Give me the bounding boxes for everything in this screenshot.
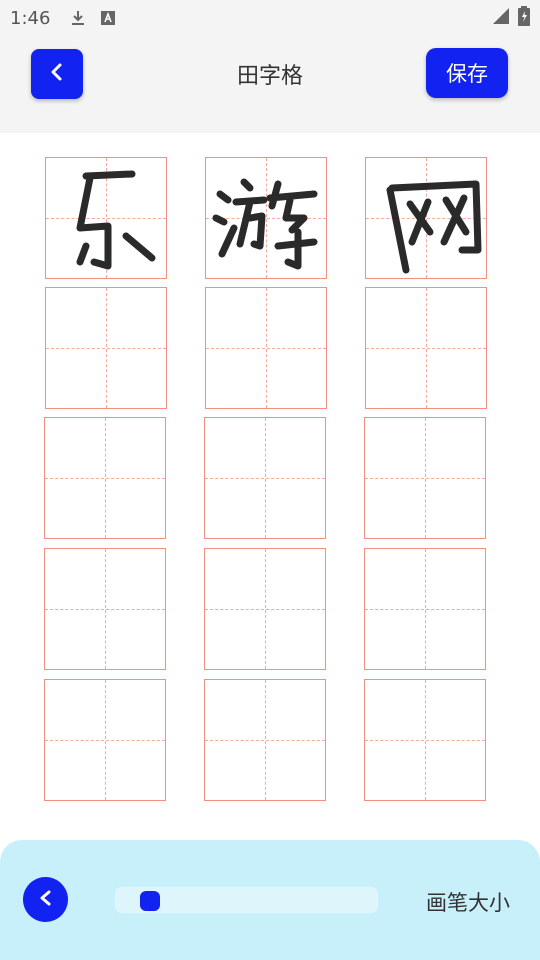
grid-cell[interactable] <box>364 417 486 539</box>
save-button[interactable]: 保存 <box>426 48 508 98</box>
text-a-icon <box>98 8 118 28</box>
grid-cell[interactable] <box>205 157 327 279</box>
battery-icon <box>518 6 530 30</box>
slider-thumb[interactable] <box>139 891 160 911</box>
grid-cell[interactable] <box>205 287 327 409</box>
grid-cell[interactable] <box>365 157 487 279</box>
handwritten-character-you <box>212 178 318 270</box>
brush-size-slider[interactable] <box>115 887 378 913</box>
grid-cell[interactable] <box>364 679 486 801</box>
signal-icon <box>492 7 510 29</box>
status-time: 1:46 <box>10 7 51 29</box>
grid-cell[interactable] <box>364 548 486 670</box>
app-header: 田字格 保存 <box>0 36 540 133</box>
tianzige-grid[interactable] <box>0 133 540 833</box>
download-icon <box>68 8 88 28</box>
status-bar: 1:46 <box>0 0 540 36</box>
grid-cell[interactable] <box>45 157 167 279</box>
grid-cell[interactable] <box>45 287 167 409</box>
grid-cell[interactable] <box>44 417 166 539</box>
brush-size-label: 画笔大小 <box>426 891 510 915</box>
grid-cell[interactable] <box>365 287 487 409</box>
grid-cell[interactable] <box>44 679 166 801</box>
brush-panel: 画笔大小 <box>0 840 540 960</box>
grid-cell[interactable] <box>204 417 326 539</box>
grid-cell[interactable] <box>204 548 326 670</box>
handwritten-character-le <box>76 170 156 270</box>
handwritten-character-wang <box>386 180 482 274</box>
grid-cell[interactable] <box>204 679 326 801</box>
grid-cell[interactable] <box>44 548 166 670</box>
chevron-left-icon <box>37 889 55 911</box>
panel-back-button[interactable] <box>23 877 68 922</box>
